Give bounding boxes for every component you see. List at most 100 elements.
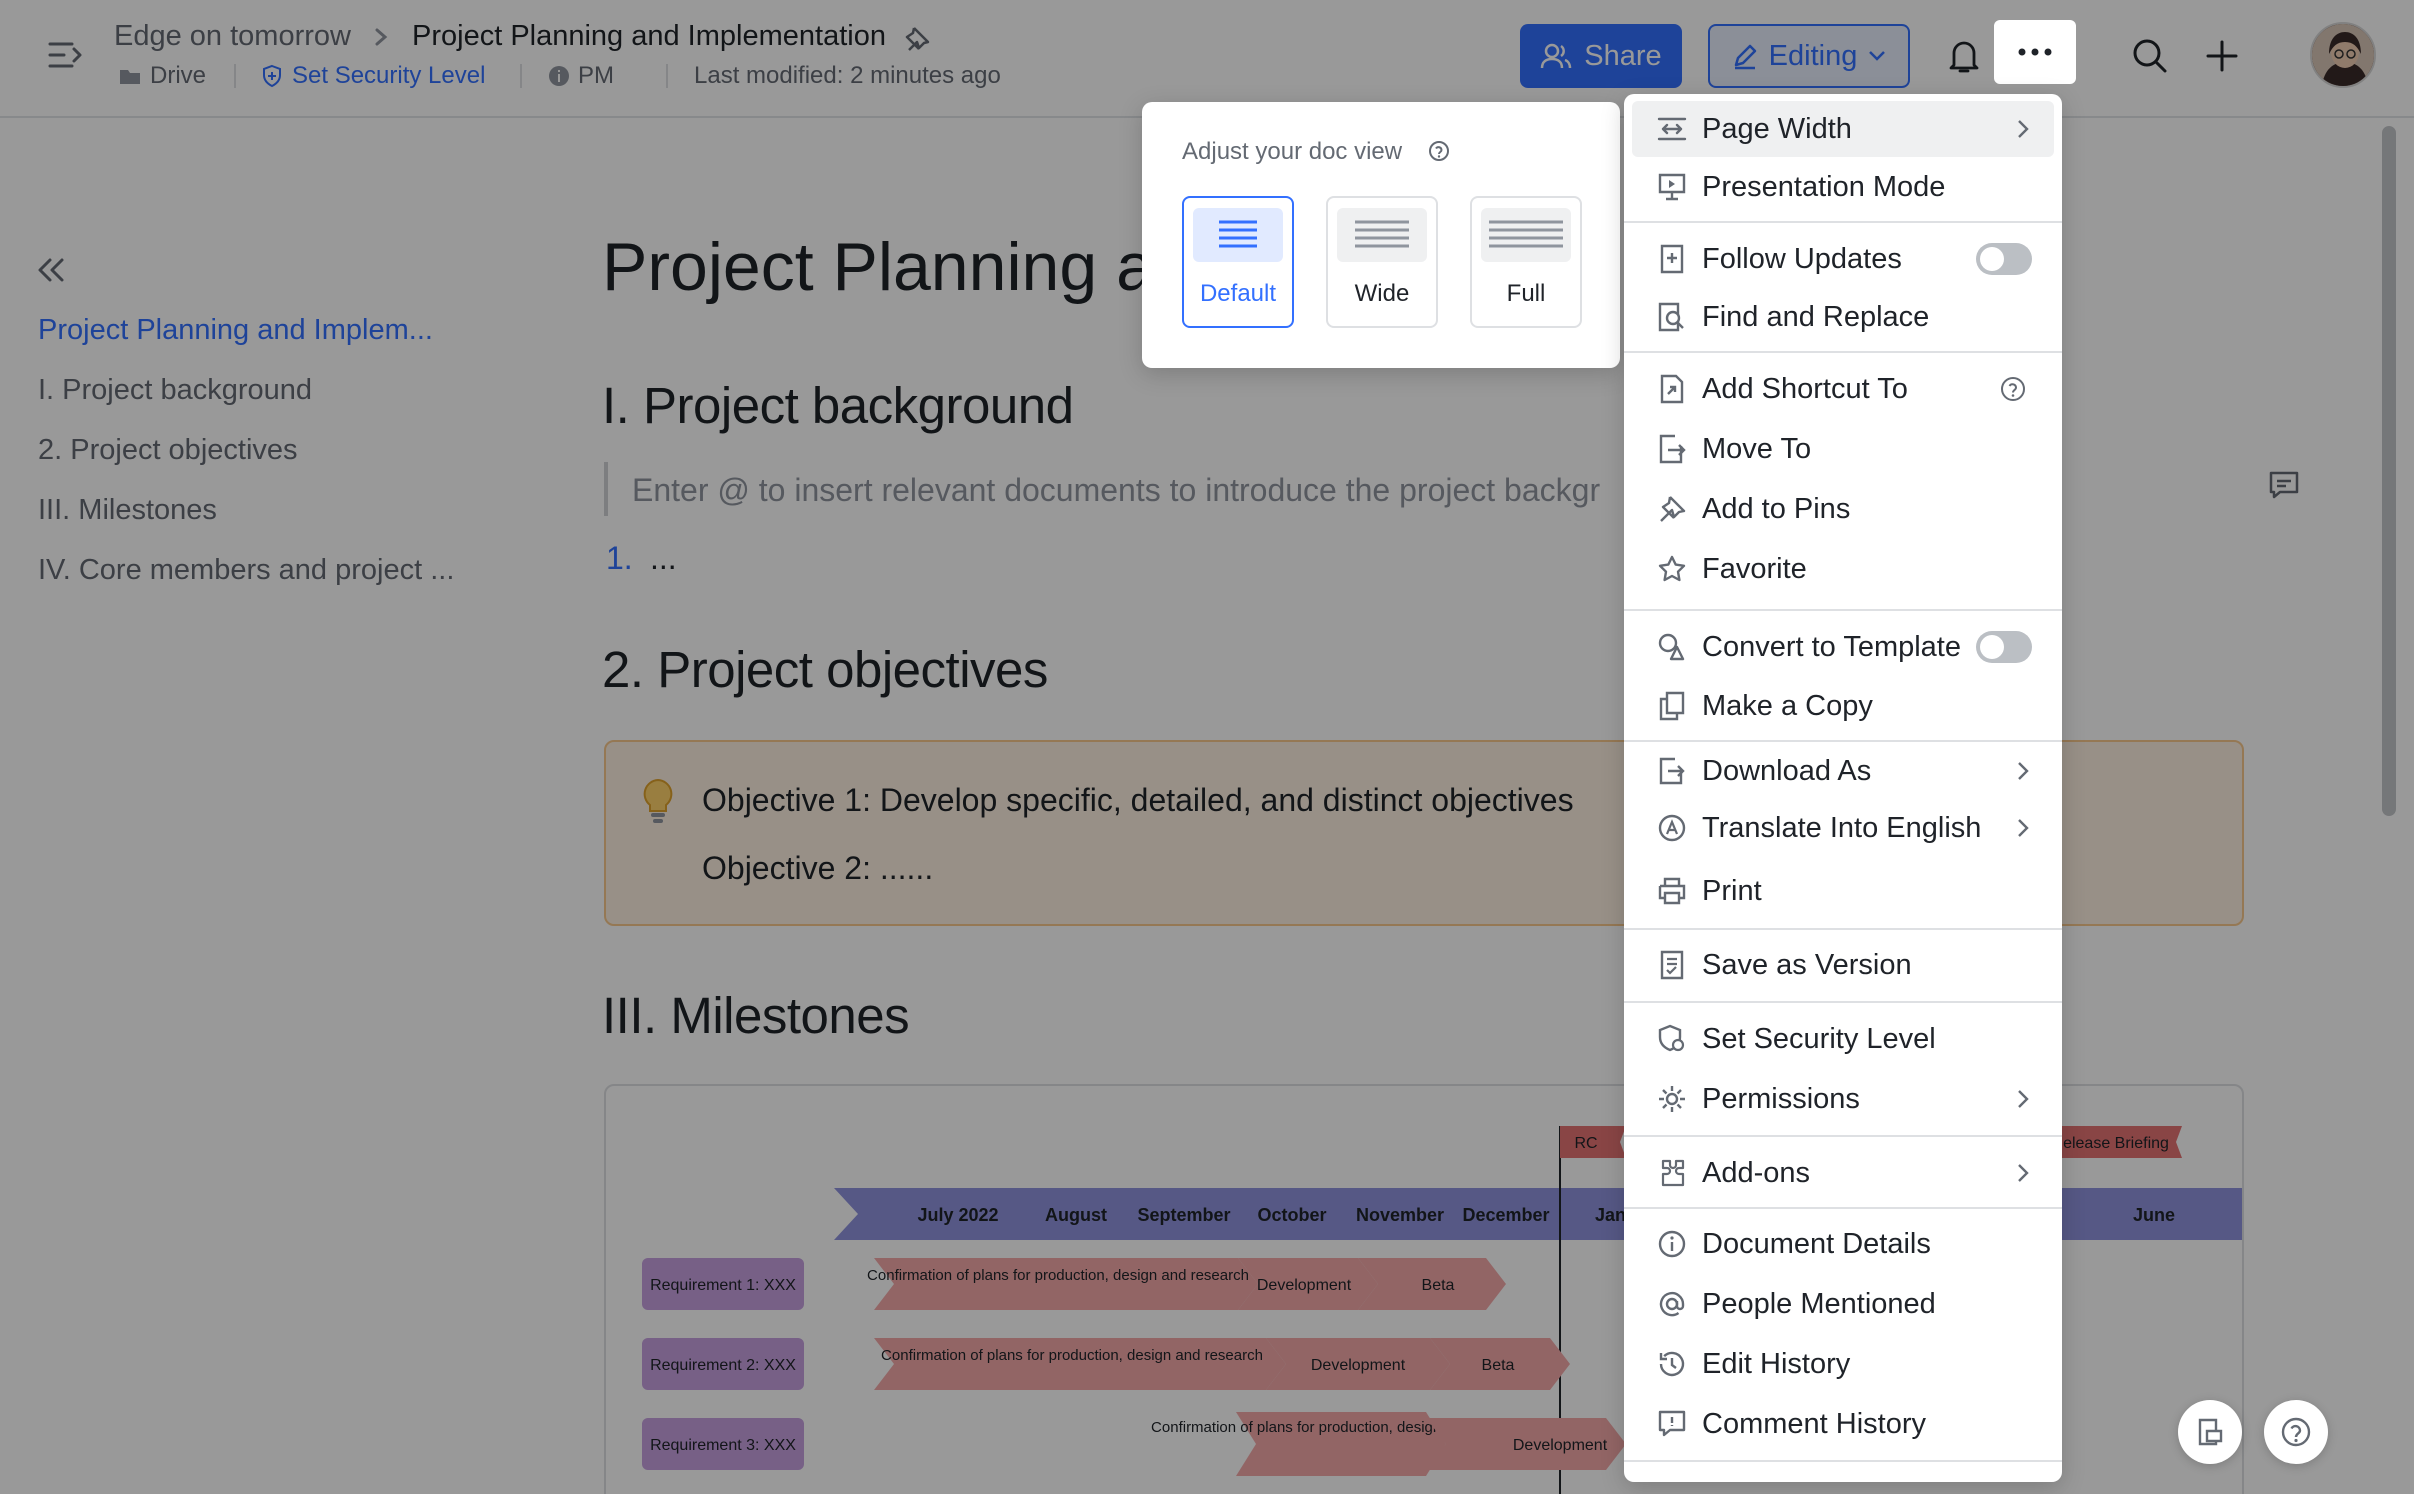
help-button[interactable] <box>2264 1400 2328 1464</box>
more-options-button[interactable] <box>1994 20 2076 84</box>
translate-icon <box>1656 812 1688 844</box>
callout-line-2[interactable]: Objective 2: ...... <box>702 850 933 887</box>
menu-item-find-replace[interactable]: Find and Replace <box>1632 289 2054 345</box>
security-icon <box>1656 1023 1688 1055</box>
download-icon <box>1656 755 1688 787</box>
help-icon <box>2281 1417 2311 1447</box>
convert-template-toggle[interactable] <box>1976 631 2032 663</box>
month-label: August <box>1045 1205 1107 1225</box>
search-icon[interactable] <box>2122 28 2178 84</box>
page-width-wide-option[interactable]: Wide <box>1326 196 1438 328</box>
menu-divider <box>1624 609 2062 611</box>
permissions-icon <box>1656 1083 1688 1115</box>
menu-item-page-width[interactable]: Page Width <box>1632 101 2054 157</box>
menu-item-convert-template[interactable]: Convert to Template <box>1632 619 2054 675</box>
menu-divider <box>1624 1001 2062 1003</box>
menu-item-label: Find and Replace <box>1702 300 1930 333</box>
menu-item-comment-history[interactable]: Comment History <box>1632 1396 2054 1452</box>
outline-item-background[interactable]: I. Project background <box>38 374 312 407</box>
breadcrumb-workspace[interactable]: Edge on tomorrow <box>114 20 351 53</box>
share-button-label: Share <box>1584 39 1662 72</box>
version-icon <box>1656 949 1688 981</box>
doc-title-heading[interactable]: Project Planning a <box>602 228 1154 306</box>
meta-owner[interactable]: PM <box>548 62 614 90</box>
chevron-right-icon <box>2016 1088 2030 1110</box>
scrollbar[interactable] <box>2382 126 2396 816</box>
menu-item-label: People Mentioned <box>1702 1287 1936 1320</box>
menu-item-print[interactable]: Print <box>1632 863 2054 919</box>
menu-item-save-version[interactable]: Save as Version <box>1632 937 2054 993</box>
menu-item-favorite[interactable]: Favorite <box>1632 541 2054 597</box>
menu-item-add-ons[interactable]: Add-ons <box>1632 1145 2054 1201</box>
menu-item-permissions[interactable]: Permissions <box>1632 1071 2054 1127</box>
editing-mode-label: Editing <box>1768 39 1858 72</box>
chevron-down-icon <box>1869 51 1886 61</box>
layout-full-icon <box>1481 208 1571 262</box>
quote-placeholder[interactable]: Enter @ to insert relevant documents to … <box>632 472 1600 509</box>
meta-drive[interactable]: Drive <box>118 62 206 90</box>
menu-toggle-icon[interactable] <box>46 38 84 72</box>
meta-drive-label: Drive <box>150 62 207 89</box>
page-width-full-option[interactable]: Full <box>1470 196 1582 328</box>
list-item[interactable]: ... <box>650 540 677 577</box>
avatar[interactable] <box>2310 22 2376 88</box>
menu-item-translate[interactable]: Translate Into English <box>1632 800 2054 856</box>
mention-icon <box>1656 1288 1688 1320</box>
menu-item-make-copy[interactable]: Make a Copy <box>1632 678 2054 734</box>
menu-item-add-shortcut[interactable]: Add Shortcut To <box>1632 361 2054 417</box>
doc-assistant-button[interactable] <box>2178 1400 2242 1464</box>
comment-icon[interactable] <box>2268 470 2300 500</box>
outline-item-title[interactable]: Project Planning and Implem... <box>38 314 433 347</box>
menu-divider <box>1624 740 2062 742</box>
menu-divider <box>1624 221 2062 223</box>
page-title[interactable]: Project Planning and Implementation <box>412 20 886 53</box>
heading-project-objectives[interactable]: 2. Project objectives <box>602 640 1048 699</box>
month-label: September <box>1137 1205 1230 1225</box>
share-button[interactable]: Share <box>1520 24 1682 88</box>
menu-item-edit-history[interactable]: Edit History <box>1632 1336 2054 1392</box>
page-width-full-label: Full <box>1506 280 1546 307</box>
people-icon <box>1541 43 1572 69</box>
editing-mode-button[interactable]: Editing <box>1708 24 1910 88</box>
menu-item-download-as[interactable]: Download As <box>1632 743 2054 799</box>
menu-divider <box>1624 928 2062 930</box>
pencil-icon <box>1734 44 1756 70</box>
menu-item-presentation-mode[interactable]: Presentation Mode <box>1632 159 2054 215</box>
heading-milestones[interactable]: III. Milestones <box>602 986 910 1045</box>
help-icon[interactable] <box>1428 140 1450 162</box>
menu-item-label: Save as Version <box>1702 948 1912 981</box>
menu-item-label: Comment History <box>1702 1407 1926 1440</box>
page-width-default-option[interactable]: Default <box>1182 196 1294 328</box>
help-icon[interactable] <box>2000 376 2026 402</box>
print-icon <box>1656 875 1688 907</box>
collapse-outline-icon[interactable] <box>34 254 66 286</box>
menu-item-move-to[interactable]: Move To <box>1632 421 2054 477</box>
outline-item-core-members[interactable]: IV. Core members and project ... <box>38 554 454 587</box>
menu-item-document-details[interactable]: Document Details <box>1632 1216 2054 1272</box>
meta-security[interactable]: Set Security Level <box>260 62 485 90</box>
follow-updates-toggle[interactable] <box>1976 243 2032 275</box>
menu-item-label: Add to Pins <box>1702 492 1851 525</box>
lightbulb-icon <box>640 778 676 824</box>
menu-item-label: Add Shortcut To <box>1702 372 1908 405</box>
menu-item-label: Move To <box>1702 432 1812 465</box>
requirement-label: Requirement 1: XXX <box>650 1277 796 1294</box>
menu-item-add-to-pins[interactable]: Add to Pins <box>1632 481 2054 537</box>
page-width-popover: Adjust your doc view Default Wide Full <box>1142 102 1620 368</box>
beta-label: Beta <box>1482 1357 1515 1374</box>
follow-updates-icon <box>1656 243 1688 275</box>
add-icon[interactable] <box>2194 28 2250 84</box>
menu-item-people-mentioned[interactable]: People Mentioned <box>1632 1276 2054 1332</box>
more-icon <box>2018 48 2052 56</box>
pin-title-icon[interactable] <box>902 24 932 54</box>
menu-item-label: Edit History <box>1702 1347 1851 1380</box>
menu-item-label: Presentation Mode <box>1702 170 1946 203</box>
menu-item-label: Print <box>1702 874 1762 907</box>
menu-item-follow-updates[interactable]: Follow Updates <box>1632 231 2054 287</box>
callout-line-1[interactable]: Objective 1: Develop specific, detailed,… <box>702 782 1574 819</box>
menu-item-set-security[interactable]: Set Security Level <box>1632 1011 2054 1067</box>
outline-item-milestones[interactable]: III. Milestones <box>38 494 217 527</box>
outline-item-objectives[interactable]: 2. Project objectives <box>38 434 298 467</box>
notifications-bell-icon[interactable] <box>1936 28 1992 84</box>
heading-project-background[interactable]: I. Project background <box>602 376 1074 435</box>
